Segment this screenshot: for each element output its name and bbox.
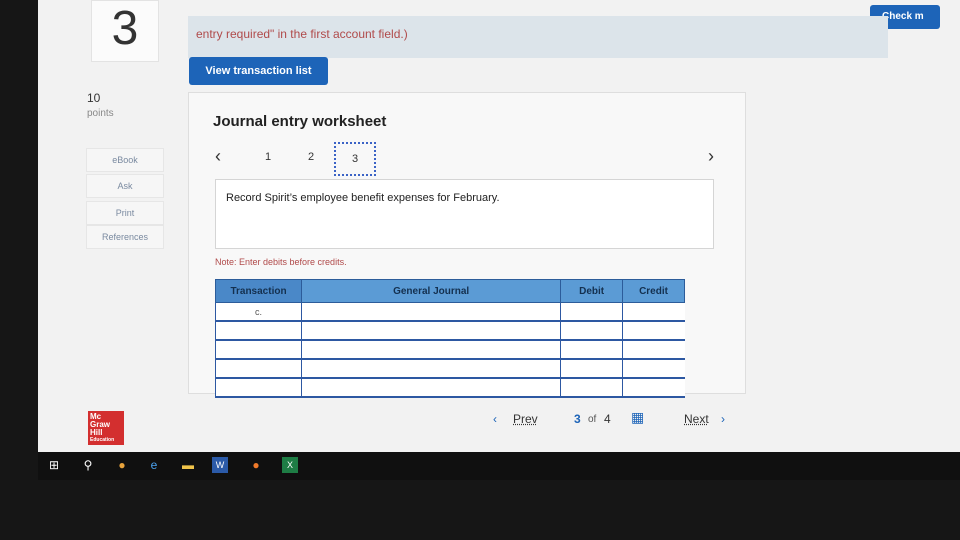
table-row: c. — [214, 302, 685, 322]
account-cell[interactable] — [301, 378, 561, 398]
banner-text: entry required" in the first account fie… — [196, 27, 408, 41]
taskbar: ⊞ ⚲ ● e ▬ W ● X — [38, 452, 960, 480]
prev-chevron-icon[interactable]: ‹ — [493, 412, 497, 426]
word-icon[interactable]: W — [212, 457, 228, 473]
worksheet-prompt-box: Record Spirit’s employee benefit expense… — [215, 179, 714, 249]
debit-credit-note: Note: Enter debits before credits. — [215, 257, 347, 267]
table-row — [214, 378, 685, 398]
logo-line: Hill — [90, 428, 103, 437]
prev-button[interactable]: Prev — [513, 412, 538, 426]
table-row — [214, 359, 685, 379]
sidebar-item-ebook[interactable]: eBook — [86, 148, 164, 172]
explorer-icon[interactable]: ▬ — [180, 457, 196, 473]
col-credit: Credit — [622, 279, 685, 303]
worksheet-title: Journal entry worksheet — [213, 113, 387, 130]
col-transaction: Transaction — [214, 279, 303, 303]
worksheet-next-arrow-icon[interactable]: › — [708, 146, 714, 167]
table-row — [214, 340, 685, 360]
debit-cell[interactable] — [560, 302, 623, 322]
transaction-cell: c. — [214, 302, 302, 322]
logo-line: Education — [90, 437, 115, 443]
credit-cell[interactable] — [622, 359, 685, 379]
points-value: 10 — [87, 91, 101, 105]
edge-icon[interactable]: e — [146, 457, 162, 473]
transaction-cell — [214, 340, 302, 360]
col-general-journal: General Journal — [301, 279, 562, 303]
grid-menu-icon[interactable]: ▦ — [631, 409, 644, 426]
sidebar-item-print[interactable]: Print — [86, 201, 164, 225]
worksheet-prev-arrow-icon[interactable]: ‹ — [215, 146, 221, 167]
worksheet-step-3[interactable]: 3 — [334, 142, 376, 176]
debit-cell[interactable] — [560, 340, 623, 360]
col-debit: Debit — [560, 279, 624, 303]
sidebar-item-ask[interactable]: Ask — [86, 174, 164, 198]
account-cell[interactable] — [301, 340, 561, 360]
page-total: 4 — [604, 412, 611, 426]
journal-table: Transaction General Journal Debit Credit… — [214, 279, 685, 398]
worksheet-prompt: Record Spirit’s employee benefit expense… — [226, 192, 500, 204]
excel-icon[interactable]: X — [282, 457, 298, 473]
worksheet-step-2[interactable]: 2 — [308, 151, 314, 163]
windows-icon[interactable]: ⊞ — [46, 457, 62, 473]
transaction-cell — [214, 359, 302, 379]
debit-cell[interactable] — [560, 359, 623, 379]
question-number: 3 — [91, 0, 159, 62]
account-cell[interactable] — [301, 321, 561, 341]
mcgraw-hill-logo: Mc Graw Hill Education — [88, 411, 124, 445]
credit-cell[interactable] — [622, 340, 685, 360]
credit-cell[interactable] — [622, 302, 685, 322]
account-cell[interactable] — [301, 359, 561, 379]
page-current: 3 — [574, 412, 581, 426]
chrome-icon[interactable]: ● — [114, 457, 130, 473]
transaction-cell — [214, 378, 302, 398]
credit-cell[interactable] — [622, 321, 685, 341]
credit-cell[interactable] — [622, 378, 685, 398]
search-icon[interactable]: ⚲ — [80, 457, 96, 473]
next-button[interactable]: Next — [684, 412, 709, 426]
instruction-banner: entry required" in the first account fie… — [188, 16, 888, 58]
debit-cell[interactable] — [560, 378, 623, 398]
table-row — [214, 321, 685, 341]
next-chevron-icon[interactable]: › — [721, 412, 725, 426]
sidebar-item-references[interactable]: References — [86, 225, 164, 249]
view-transaction-list-button[interactable]: View transaction list — [189, 57, 328, 85]
firefox-icon[interactable]: ● — [248, 457, 264, 473]
transaction-cell — [214, 321, 302, 341]
account-cell[interactable] — [301, 302, 561, 322]
page-of: of — [588, 414, 597, 425]
debit-cell[interactable] — [560, 321, 623, 341]
worksheet-step-1[interactable]: 1 — [265, 151, 271, 163]
points-label: points — [87, 108, 114, 119]
